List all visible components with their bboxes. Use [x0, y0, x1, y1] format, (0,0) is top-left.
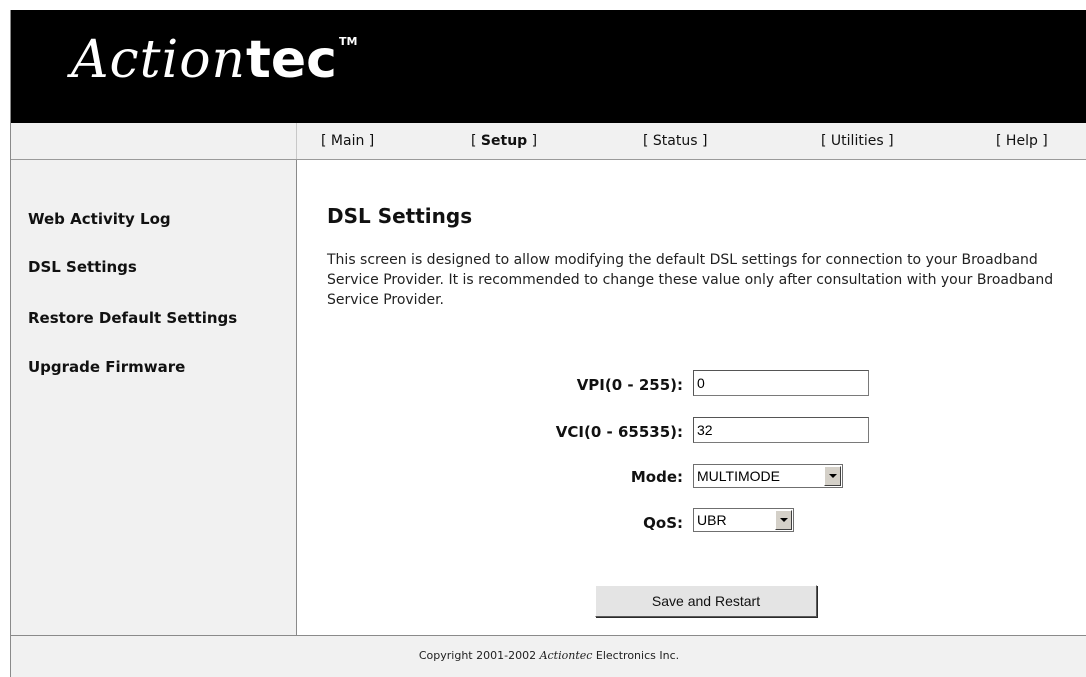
logo-script-text: Action [71, 30, 246, 90]
vpi-label: VPI(0 - 255): [576, 376, 683, 394]
vpi-input[interactable] [693, 370, 869, 396]
copyright-suffix: Electronics Inc. [592, 649, 680, 662]
nav-divider [296, 123, 297, 159]
mode-select[interactable]: MULTIMODE [693, 464, 843, 488]
nav-help-label: Help [1005, 133, 1038, 149]
qos-dropdown-arrow-icon[interactable] [775, 510, 792, 530]
nav-status-label: Status [652, 133, 698, 149]
sidebar-item-web-activity-log[interactable]: Web Activity Log [28, 210, 171, 228]
sidebar: Web Activity Log DSL Settings Restore De… [11, 160, 297, 635]
main-content: DSL Settings This screen is designed to … [297, 160, 1086, 635]
page-title: DSL Settings [327, 204, 473, 228]
page-description: This screen is designed to allow modifyi… [327, 252, 1054, 308]
mode-select-value: MULTIMODE [697, 468, 780, 484]
qos-select-value: UBR [697, 512, 727, 528]
qos-select[interactable]: UBR [693, 508, 794, 532]
mode-label: Mode: [630, 468, 683, 486]
logo-bold-text: tec [246, 30, 337, 90]
copyright-brand: Actiontec [539, 649, 593, 662]
save-and-restart-button[interactable]: Save and Restart [595, 585, 817, 617]
nav-main-label: Main [330, 133, 365, 149]
vci-input[interactable] [693, 417, 869, 443]
sidebar-item-dsl-settings[interactable]: DSL Settings [28, 258, 137, 276]
nav-setup-label: Setup [480, 133, 528, 149]
nav-utilities-label: Utilities [830, 133, 884, 149]
nav-setup[interactable]: [ Setup ] [471, 133, 537, 149]
qos-label: QoS: [643, 514, 683, 532]
header-banner: Actiontec TM [11, 10, 1086, 123]
nav-main[interactable]: [ Main ] [321, 133, 374, 149]
mode-dropdown-arrow-icon[interactable] [824, 466, 841, 486]
logo-trademark: TM [338, 35, 358, 48]
top-nav-bar: [ Main ] [ Setup ] [ Status ] [ Utilitie… [11, 123, 1086, 160]
router-admin-page: Actiontec TM [ Main ] [ Setup ] [ Status … [10, 10, 1086, 677]
sidebar-item-restore-defaults[interactable]: Restore Default Settings [28, 309, 237, 327]
nav-status[interactable]: [ Status ] [643, 133, 707, 149]
footer-copyright: Copyright 2001-2002 Actiontec Electronic… [11, 635, 1086, 677]
copyright-prefix: Copyright 2001-2002 [418, 649, 540, 662]
sidebar-item-upgrade-firmware[interactable]: Upgrade Firmware [28, 358, 185, 376]
actiontec-logo: Actiontec TM [71, 30, 357, 90]
nav-utilities[interactable]: [ Utilities ] [821, 133, 894, 149]
vci-label: VCI(0 - 65535): [555, 423, 683, 441]
nav-help[interactable]: [ Help ] [996, 133, 1048, 149]
